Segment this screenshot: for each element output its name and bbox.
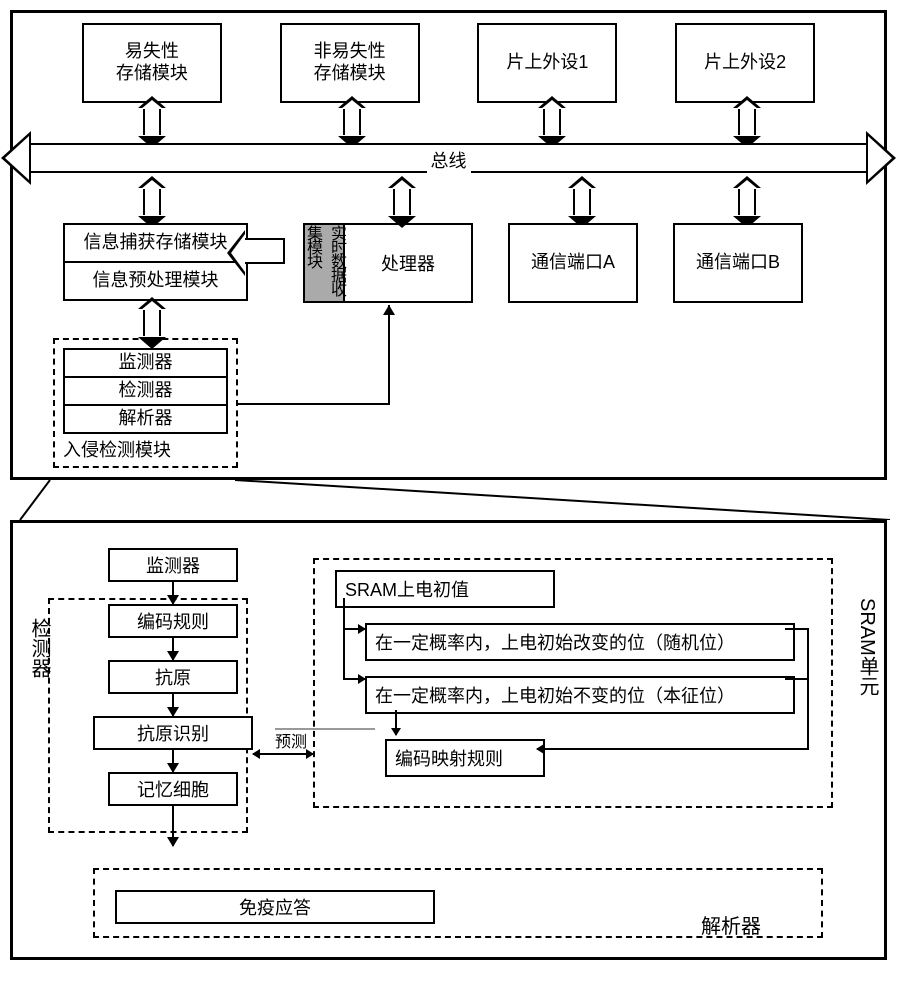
arrowhead-icon bbox=[383, 305, 395, 315]
label: 检测器 bbox=[119, 380, 173, 402]
label: 非易失性存储模块 bbox=[314, 41, 386, 84]
processor: 处理器 bbox=[345, 225, 471, 301]
label: 免疫应答 bbox=[239, 898, 311, 918]
monitor-box: 监测器 bbox=[108, 548, 238, 582]
expansion-guides bbox=[10, 480, 887, 520]
info-capture-storage-module: 信息捕获存储模块 bbox=[63, 223, 248, 263]
bidir-connector bbox=[253, 753, 313, 755]
immune-response-box: 免疫应答 bbox=[115, 890, 435, 924]
connector bbox=[143, 188, 161, 216]
label: 记忆细胞 bbox=[137, 780, 209, 800]
detector: 检测器 bbox=[63, 376, 228, 406]
top-modules-row: 易失性存储模块 非易失性存储模块 片上外设1 片上外设2 bbox=[53, 23, 844, 103]
sram-init-value: SRAM上电初值 bbox=[335, 570, 555, 608]
comm-port-b: 通信端口B bbox=[673, 223, 803, 303]
label: 编码映射规则 bbox=[395, 749, 503, 769]
flow-arrow bbox=[172, 638, 174, 660]
connector bbox=[393, 188, 411, 216]
detector-label: 检测器 bbox=[25, 618, 54, 678]
connector bbox=[785, 678, 807, 680]
label: 通信端口B bbox=[696, 252, 780, 274]
volatile-storage-module: 易失性存储模块 bbox=[82, 23, 222, 103]
connector bbox=[343, 628, 365, 630]
feedback-line bbox=[238, 403, 388, 405]
label: 抗原 bbox=[155, 668, 191, 688]
comm-port-a: 通信端口A bbox=[508, 223, 638, 303]
sram-unit-frame: SRAM上电初值 在一定概率内，上电初始改变的位（随机位） 在一定概率内，上电初… bbox=[313, 558, 833, 808]
connector bbox=[395, 710, 397, 735]
bus-label: 总线 bbox=[427, 147, 471, 173]
flow-arrow bbox=[172, 582, 174, 604]
connector bbox=[343, 678, 365, 680]
realtime-data-collect-module: 实时数据收集模块 bbox=[305, 225, 345, 301]
lower-detail-diagram: 检测器 监测器 编码规则 抗原 抗原识别 记忆细胞 SRAM上电初值 在一定概率… bbox=[10, 520, 887, 960]
label: 解析器 bbox=[119, 408, 173, 430]
intrusion-detection-module: 监测器 检测器 解析器 入侵检测模块 bbox=[53, 338, 238, 468]
label: 在一定概率内，上电初始改变的位（随机位） bbox=[375, 633, 735, 653]
connector bbox=[537, 748, 809, 750]
encode-rule-box: 编码规则 bbox=[108, 604, 238, 638]
parser-label: 解析器 bbox=[701, 910, 761, 939]
parser: 解析器 bbox=[63, 404, 228, 434]
label: SRAM上电初值 bbox=[345, 580, 469, 600]
detection-flow: 监测器 编码规则 抗原 抗原识别 记忆细胞 bbox=[73, 548, 273, 846]
capture-preprocess-stack: 信息捕获存储模块 信息预处理模块 bbox=[63, 223, 248, 303]
label: 处理器 bbox=[381, 250, 435, 276]
parser-frame: 免疫应答 解析器 bbox=[93, 868, 823, 938]
info-preprocess-module: 信息预处理模块 bbox=[63, 261, 248, 301]
label: 抗原识别 bbox=[137, 724, 209, 744]
label: 通信端口A bbox=[531, 252, 615, 274]
connector bbox=[785, 628, 807, 630]
monitor: 监测器 bbox=[63, 348, 228, 378]
label: 实时数据收集模块 bbox=[300, 225, 348, 301]
onchip-peripheral-2: 片上外设2 bbox=[675, 23, 815, 103]
upper-system-diagram: 易失性存储模块 非易失性存储模块 片上外设1 片上外设2 总线 信息捕获存储模块… bbox=[10, 10, 887, 480]
label: 片上外设1 bbox=[506, 52, 588, 74]
onchip-peripheral-1: 片上外设1 bbox=[477, 23, 617, 103]
sram-random-bits: 在一定概率内，上电初始改变的位（随机位） bbox=[365, 623, 795, 661]
memory-cell-box: 记忆细胞 bbox=[108, 772, 238, 806]
encoding-mapping-rule: 编码映射规则 bbox=[385, 739, 545, 777]
predict-label: 预测 bbox=[275, 728, 307, 752]
sram-unit-label: SRAM单元 bbox=[853, 598, 882, 696]
label: 监测器 bbox=[119, 352, 173, 374]
label: 在一定概率内，上电初始不变的位（本征位） bbox=[375, 686, 735, 706]
connector bbox=[343, 598, 345, 628]
connector bbox=[738, 188, 756, 216]
bus: 总线 bbox=[23, 113, 874, 183]
data-flow-arrow bbox=[245, 238, 285, 264]
flow-arrow bbox=[172, 750, 174, 772]
flow-arrow bbox=[172, 806, 174, 846]
nonvolatile-storage-module: 非易失性存储模块 bbox=[280, 23, 420, 103]
flow-arrow bbox=[172, 694, 174, 716]
label: 易失性存储模块 bbox=[116, 41, 188, 84]
feedback-line bbox=[388, 305, 390, 405]
antigen-recognition-box: 抗原识别 bbox=[93, 716, 253, 750]
connector bbox=[807, 628, 809, 748]
label: 信息捕获存储模块 bbox=[84, 232, 228, 254]
connector bbox=[343, 628, 345, 678]
connector bbox=[573, 188, 591, 216]
label: 监测器 bbox=[146, 556, 200, 576]
label: 信息预处理模块 bbox=[93, 270, 219, 292]
antigen-box: 抗原 bbox=[108, 660, 238, 694]
sram-intrinsic-bits: 在一定概率内，上电初始不变的位（本征位） bbox=[365, 676, 795, 714]
intrusion-label: 入侵检测模块 bbox=[63, 436, 228, 462]
label: 编码规则 bbox=[137, 612, 209, 632]
middle-row: 信息捕获存储模块 信息预处理模块 实时数据收集模块 处理器 通信端口A 通信端口… bbox=[23, 223, 874, 303]
processor-group: 实时数据收集模块 处理器 bbox=[303, 223, 473, 303]
label: 片上外设2 bbox=[704, 52, 786, 74]
connector bbox=[143, 309, 161, 337]
